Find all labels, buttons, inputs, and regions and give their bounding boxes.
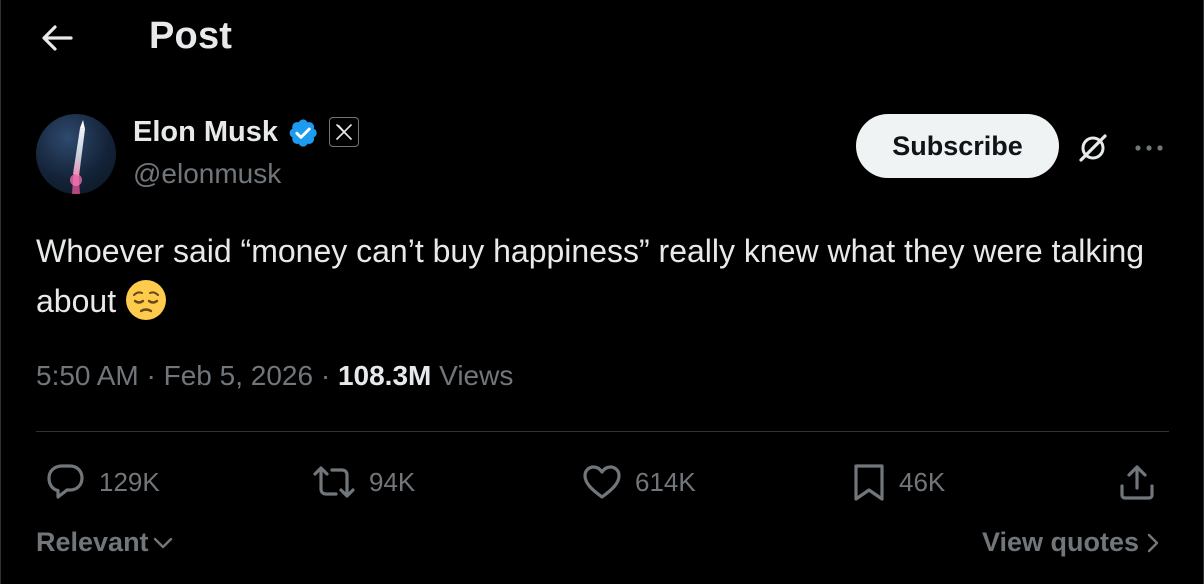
post-view: Post Elon Musk @elonmusk Subscribe Whoev… bbox=[0, 0, 1204, 584]
chevron-down-icon bbox=[153, 537, 172, 548]
heart-icon bbox=[583, 465, 621, 499]
share-icon bbox=[1120, 465, 1154, 500]
page-title: Post bbox=[149, 15, 233, 57]
like-count: 614K bbox=[635, 466, 696, 497]
subscribe-button[interactable]: Subscribe bbox=[856, 114, 1059, 178]
x-logo-icon bbox=[336, 124, 352, 140]
meta-separator: · bbox=[138, 360, 164, 391]
sort-label: Relevant bbox=[36, 527, 149, 557]
share-button[interactable] bbox=[1117, 460, 1157, 504]
grok-icon bbox=[1079, 134, 1107, 162]
chevron-right-icon bbox=[1147, 533, 1159, 552]
bookmark-count: 46K bbox=[899, 466, 946, 497]
like-button[interactable]: 614K bbox=[581, 460, 696, 504]
author-handle[interactable]: @elonmusk bbox=[133, 158, 281, 190]
reply-count: 129K bbox=[99, 466, 160, 497]
view-quotes-label: View quotes bbox=[981, 527, 1139, 557]
grok-button[interactable] bbox=[1073, 128, 1113, 168]
repost-count: 94K bbox=[369, 466, 416, 497]
back-button[interactable] bbox=[35, 18, 79, 58]
affiliation-badge[interactable] bbox=[329, 117, 359, 147]
reply-sort-dropdown[interactable]: Relevant bbox=[36, 527, 174, 558]
views-count: 108.3M bbox=[337, 360, 432, 391]
verified-badge-icon bbox=[289, 119, 317, 147]
divider bbox=[36, 431, 1169, 432]
bookmark-icon bbox=[854, 464, 884, 501]
post-meta: 5:50 AM · Feb 5, 2026 · 108.3M Views bbox=[36, 360, 513, 392]
view-quotes-link[interactable]: View quotes bbox=[982, 527, 1161, 558]
reply-button[interactable]: 129K bbox=[45, 460, 160, 504]
ellipsis-icon bbox=[1135, 145, 1163, 151]
repost-icon bbox=[313, 466, 355, 498]
arrow-left-icon bbox=[42, 25, 73, 51]
author-name[interactable]: Elon Musk bbox=[133, 116, 278, 149]
reply-icon bbox=[47, 464, 84, 499]
views-label: Views bbox=[431, 360, 514, 391]
avatar[interactable] bbox=[36, 114, 116, 194]
post-text-body: Whoever said “money can’t buy happiness”… bbox=[36, 233, 1145, 319]
repost-button[interactable]: 94K bbox=[311, 460, 415, 504]
post-date[interactable]: Feb 5, 2026 bbox=[164, 360, 313, 391]
more-options-button[interactable] bbox=[1129, 128, 1169, 168]
post-text: Whoever said “money can’t buy happiness”… bbox=[36, 226, 1171, 336]
avatar-image bbox=[70, 120, 85, 194]
post-time[interactable]: 5:50 AM bbox=[36, 360, 139, 391]
bookmark-button[interactable]: 46K bbox=[851, 460, 945, 504]
pensive-face-emoji-icon bbox=[124, 278, 168, 336]
meta-separator: · bbox=[313, 360, 338, 391]
